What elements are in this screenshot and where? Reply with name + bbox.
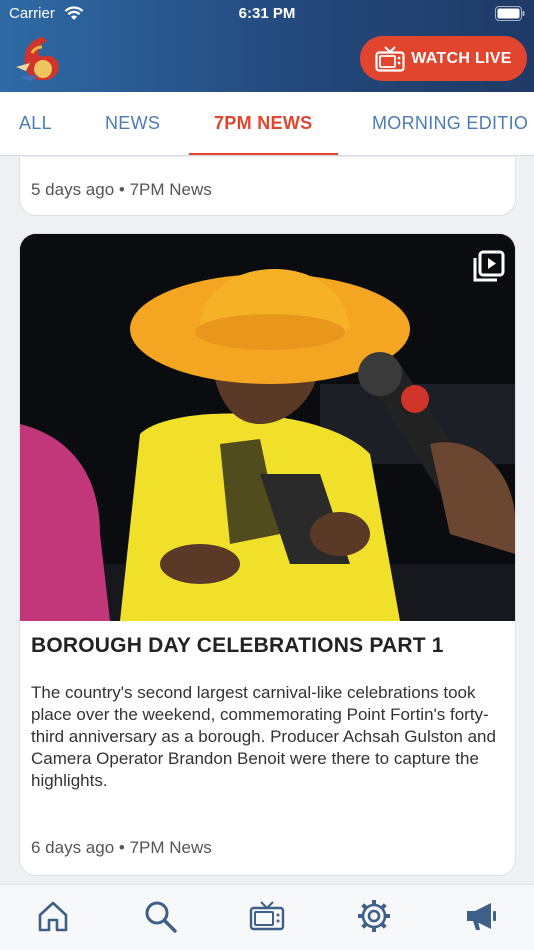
home-icon: [38, 901, 68, 932]
card-description: The country's second largest carnival-li…: [31, 683, 496, 790]
tab-morning-edition[interactable]: MORNING EDITIO: [372, 92, 528, 155]
search-icon: [145, 901, 177, 933]
card-title: BOROUGH DAY CELEBRATIONS PART 1: [31, 634, 444, 657]
tv6-logo[interactable]: [12, 33, 66, 85]
nav-live-tv[interactable]: [249, 898, 285, 934]
bottom-navigation: [0, 884, 534, 950]
tv-icon: [375, 45, 405, 72]
category-tabs: ALL NEWS 7PM NEWS MORNING EDITIO: [0, 92, 534, 156]
tab-all[interactable]: ALL: [19, 92, 52, 155]
card-meta: 6 days ago • 7PM News: [31, 838, 212, 857]
megaphone-icon: [467, 903, 496, 930]
tab-news[interactable]: NEWS: [105, 92, 160, 155]
card-meta: 5 days ago • 7PM News: [31, 180, 212, 199]
watch-live-button[interactable]: WATCH LIVE: [360, 36, 527, 81]
clock: 6:31 PM: [238, 5, 296, 22]
news-card[interactable]: BOROUGH DAY CELEBRATIONS PART 1 The coun…: [20, 234, 515, 875]
thumbnail-image: [20, 234, 515, 621]
video-thumbnail[interactable]: [20, 234, 515, 621]
settings-icon: [358, 900, 390, 932]
nav-home[interactable]: [35, 898, 71, 934]
battery-icon: [495, 6, 525, 21]
tab-7pm-news[interactable]: 7PM NEWS: [188, 92, 339, 155]
news-card-previous[interactable]: 5 days ago • 7PM News: [20, 157, 515, 215]
tv-icon: [249, 901, 285, 931]
nav-search[interactable]: [142, 898, 178, 934]
video-playlist-icon[interactable]: [471, 250, 505, 284]
status-bar: Carrier 6:31 PM: [0, 0, 534, 28]
nav-settings[interactable]: [356, 898, 392, 934]
app-header: Carrier 6:31 PM WATCH LIVE: [0, 0, 534, 92]
watch-live-label: WATCH LIVE: [411, 49, 512, 67]
nav-announcements[interactable]: [463, 898, 499, 934]
news-feed[interactable]: 5 days ago • 7PM News BOROUGH DAY CELEBR…: [0, 157, 534, 884]
